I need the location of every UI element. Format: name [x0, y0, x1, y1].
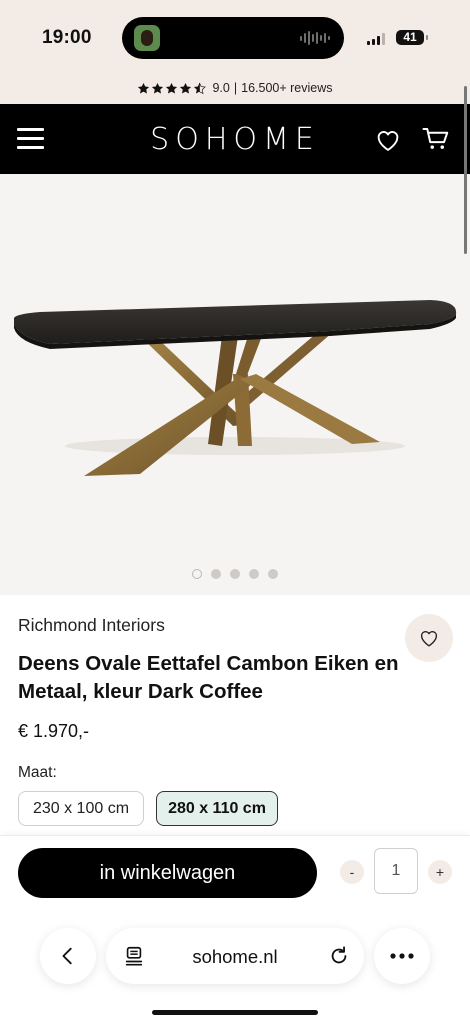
- quantity-increase-button[interactable]: +: [428, 860, 452, 884]
- status-bar: 19:00 41: [0, 0, 470, 72]
- shopping-cart-icon[interactable]: [421, 124, 451, 154]
- review-strip[interactable]: 9.0 | 16.500+ reviews: [0, 72, 470, 104]
- gallery-dot[interactable]: [268, 569, 278, 579]
- battery-icon: 41: [396, 30, 428, 45]
- product-gallery[interactable]: [0, 174, 470, 595]
- product-photo: [14, 300, 457, 476]
- add-to-cart-button[interactable]: in winkelwagen: [18, 848, 317, 898]
- status-time: 19:00: [42, 27, 92, 48]
- product-price: € 1.970,-: [18, 721, 90, 741]
- dynamic-island[interactable]: [122, 17, 344, 59]
- rating-separator: |: [233, 81, 238, 95]
- gallery-dot[interactable]: [249, 569, 259, 579]
- review-count: 16.500+ reviews: [241, 81, 333, 95]
- more-options-button[interactable]: [374, 928, 430, 984]
- rating-stars: [137, 82, 207, 95]
- scrollbar[interactable]: [464, 86, 467, 254]
- url-text: sohome.nl: [192, 946, 278, 967]
- address-bar[interactable]: sohome.nl: [106, 928, 364, 984]
- cellular-signal-icon: [367, 33, 385, 45]
- add-to-cart-bar: in winkelwagen - +: [0, 835, 470, 913]
- size-option-230x100[interactable]: 230 x 100 cm: [18, 791, 144, 826]
- rating-score: 9.0: [212, 81, 230, 95]
- home-indicator[interactable]: [152, 1010, 318, 1015]
- site-header: SOHOME: [0, 104, 470, 174]
- star-icon: [152, 82, 164, 94]
- product-brand[interactable]: Richmond Interiors: [18, 615, 165, 636]
- reload-icon[interactable]: [328, 945, 350, 967]
- star-icon: [180, 82, 192, 94]
- audio-waveform-icon: [300, 30, 330, 46]
- product-title: Deens Ovale Eettafel Cambon Eiken en Met…: [18, 652, 399, 703]
- size-option-280x110[interactable]: 280 x 110 cm: [156, 791, 278, 826]
- half-star-icon: [194, 82, 207, 94]
- heart-icon[interactable]: [374, 126, 402, 154]
- heart-icon: [420, 631, 438, 647]
- quantity-input[interactable]: [374, 848, 418, 894]
- gallery-dot[interactable]: [211, 569, 221, 579]
- star-icon: [138, 82, 150, 94]
- browser-toolbar: sohome.nl: [0, 913, 470, 1024]
- star-icon: [166, 82, 178, 94]
- gallery-dot[interactable]: [192, 569, 202, 579]
- more-dots-icon: [390, 953, 414, 959]
- quantity-decrease-button[interactable]: -: [340, 860, 364, 884]
- browser-back-button[interactable]: [40, 928, 96, 984]
- now-playing-artwork: [134, 25, 160, 51]
- gallery-pagination: [0, 569, 470, 579]
- chevron-left-icon: [62, 947, 72, 965]
- size-label: Maat:: [18, 764, 57, 781]
- gallery-dot[interactable]: [230, 569, 240, 579]
